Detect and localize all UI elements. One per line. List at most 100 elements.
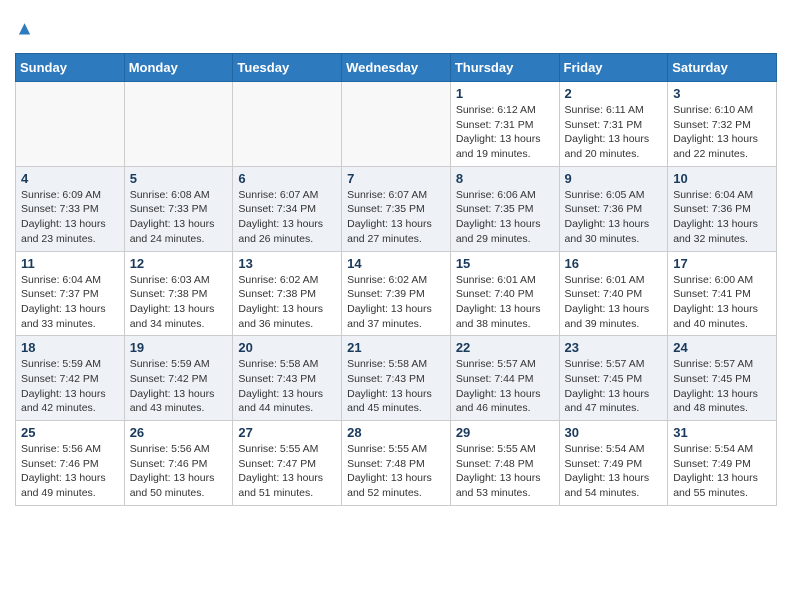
day-info-8: Sunrise: 6:06 AM Sunset: 7:35 PM Dayligh… (456, 188, 554, 247)
day-cell-6: 6 Sunrise: 6:07 AM Sunset: 7:34 PM Daylig… (233, 166, 342, 251)
day-info-4: Sunrise: 6:09 AM Sunset: 7:33 PM Dayligh… (21, 188, 119, 247)
day-cell-26: 26Sunrise: 5:56 AM Sunset: 7:46 PM Dayli… (124, 421, 233, 506)
day-cell-3: 3 Sunrise: 6:10 AM Sunset: 7:32 PM Daylig… (668, 82, 777, 167)
day-cell-5: 5Sunrise: 6:08 AM Sunset: 7:33 PM Daylig… (124, 166, 233, 251)
weekday-header-wednesday: Wednesday (342, 54, 451, 82)
day-number-28: 28 (347, 425, 445, 440)
day-cell-11: 11 Sunrise: 6:04 AM Sunset: 7:37 PM Dayli… (16, 251, 125, 336)
day-number-9: 9 (565, 171, 663, 186)
day-number-27: 27 (238, 425, 336, 440)
day-number-17: 17 (673, 256, 771, 271)
day-cell-4: 4 Sunrise: 6:09 AM Sunset: 7:33 PM Daylig… (16, 166, 125, 251)
day-info-10: Sunrise: 6:04 AM Sunset: 7:36 PM Dayligh… (673, 188, 771, 247)
weekday-header-row: SundayMondayTuesdayWednesdayThursdayFrid… (16, 54, 777, 82)
weekday-header-saturday: Saturday (668, 54, 777, 82)
day-info-18: Sunrise: 5:59 AM Sunset: 7:42 PM Dayligh… (21, 357, 119, 416)
day-info-2: Sunrise: 6:11 AM Sunset: 7:31 PM Dayligh… (565, 103, 663, 162)
day-number-13: 13 (238, 256, 336, 271)
day-number-25: 25 (21, 425, 119, 440)
day-cell-2: 2 Sunrise: 6:11 AM Sunset: 7:31 PM Daylig… (559, 82, 668, 167)
day-number-21: 21 (347, 340, 445, 355)
day-cell-7: 7 Sunrise: 6:07 AM Sunset: 7:35 PM Daylig… (342, 166, 451, 251)
week-row-4: 18 Sunrise: 5:59 AM Sunset: 7:42 PM Dayli… (16, 336, 777, 421)
day-cell-17: 17 Sunrise: 6:00 AM Sunset: 7:41 PM Dayli… (668, 251, 777, 336)
day-info-28: Sunrise: 5:55 AM Sunset: 7:48 PM Dayligh… (347, 442, 445, 501)
day-cell-29: 29 Sunrise: 5:55 AM Sunset: 7:48 PM Dayli… (450, 421, 559, 506)
day-info-11: Sunrise: 6:04 AM Sunset: 7:37 PM Dayligh… (21, 273, 119, 332)
day-cell-31: 31Sunrise: 5:54 AM Sunset: 7:49 PM Dayli… (668, 421, 777, 506)
day-cell-1: 1 Sunrise: 6:12 AM Sunset: 7:31 PM Daylig… (450, 82, 559, 167)
day-number-20: 20 (238, 340, 336, 355)
day-number-30: 30 (565, 425, 663, 440)
day-info-9: Sunrise: 6:05 AM Sunset: 7:36 PM Dayligh… (565, 188, 663, 247)
day-number-18: 18 (21, 340, 119, 355)
empty-cell-w0c2 (233, 82, 342, 167)
day-cell-12: 12 Sunrise: 6:03 AM Sunset: 7:38 PM Dayli… (124, 251, 233, 336)
day-info-17: Sunrise: 6:00 AM Sunset: 7:41 PM Dayligh… (673, 273, 771, 332)
day-cell-20: 20 Sunrise: 5:58 AM Sunset: 7:43 PM Dayli… (233, 336, 342, 421)
day-info-19: Sunrise: 5:59 AM Sunset: 7:42 PM Dayligh… (130, 357, 228, 416)
day-info-21: Sunrise: 5:58 AM Sunset: 7:43 PM Dayligh… (347, 357, 445, 416)
day-info-22: Sunrise: 5:57 AM Sunset: 7:44 PM Dayligh… (456, 357, 554, 416)
day-info-7: Sunrise: 6:07 AM Sunset: 7:35 PM Dayligh… (347, 188, 445, 247)
empty-cell-w0c1 (124, 82, 233, 167)
day-cell-16: 16 Sunrise: 6:01 AM Sunset: 7:40 PM Dayli… (559, 251, 668, 336)
empty-cell-w0c0 (16, 82, 125, 167)
day-number-31: 31 (673, 425, 771, 440)
empty-cell-w0c3 (342, 82, 451, 167)
day-info-26: Sunrise: 5:56 AM Sunset: 7:46 PM Dayligh… (130, 442, 228, 501)
day-info-29: Sunrise: 5:55 AM Sunset: 7:48 PM Dayligh… (456, 442, 554, 501)
calendar: SundayMondayTuesdayWednesdayThursdayFrid… (15, 53, 777, 506)
day-cell-15: 15Sunrise: 6:01 AM Sunset: 7:40 PM Dayli… (450, 251, 559, 336)
day-info-20: Sunrise: 5:58 AM Sunset: 7:43 PM Dayligh… (238, 357, 336, 416)
week-row-5: 25 Sunrise: 5:56 AM Sunset: 7:46 PM Dayli… (16, 421, 777, 506)
day-number-8: 8 (456, 171, 554, 186)
day-number-12: 12 (130, 256, 228, 271)
day-info-30: Sunrise: 5:54 AM Sunset: 7:49 PM Dayligh… (565, 442, 663, 501)
day-info-16: Sunrise: 6:01 AM Sunset: 7:40 PM Dayligh… (565, 273, 663, 332)
day-number-22: 22 (456, 340, 554, 355)
day-number-29: 29 (456, 425, 554, 440)
svg-text:▲: ▲ (15, 18, 34, 39)
weekday-header-friday: Friday (559, 54, 668, 82)
day-cell-19: 19 Sunrise: 5:59 AM Sunset: 7:42 PM Dayli… (124, 336, 233, 421)
day-number-7: 7 (347, 171, 445, 186)
day-number-16: 16 (565, 256, 663, 271)
day-info-12: Sunrise: 6:03 AM Sunset: 7:38 PM Dayligh… (130, 273, 228, 332)
day-number-1: 1 (456, 86, 554, 101)
day-cell-30: 30 Sunrise: 5:54 AM Sunset: 7:49 PM Dayli… (559, 421, 668, 506)
weekday-header-sunday: Sunday (16, 54, 125, 82)
page-header: ▲ (15, 15, 777, 43)
logo: ▲ (15, 15, 47, 43)
logo-icon: ▲ (15, 15, 43, 43)
day-number-14: 14 (347, 256, 445, 271)
day-info-1: Sunrise: 6:12 AM Sunset: 7:31 PM Dayligh… (456, 103, 554, 162)
day-number-19: 19 (130, 340, 228, 355)
day-number-11: 11 (21, 256, 119, 271)
day-number-2: 2 (565, 86, 663, 101)
day-info-24: Sunrise: 5:57 AM Sunset: 7:45 PM Dayligh… (673, 357, 771, 416)
day-cell-9: 9 Sunrise: 6:05 AM Sunset: 7:36 PM Daylig… (559, 166, 668, 251)
day-cell-27: 27Sunrise: 5:55 AM Sunset: 7:47 PM Dayli… (233, 421, 342, 506)
week-row-2: 4 Sunrise: 6:09 AM Sunset: 7:33 PM Daylig… (16, 166, 777, 251)
weekday-header-tuesday: Tuesday (233, 54, 342, 82)
day-cell-18: 18 Sunrise: 5:59 AM Sunset: 7:42 PM Dayli… (16, 336, 125, 421)
day-cell-21: 21 Sunrise: 5:58 AM Sunset: 7:43 PM Dayli… (342, 336, 451, 421)
day-number-10: 10 (673, 171, 771, 186)
day-info-23: Sunrise: 5:57 AM Sunset: 7:45 PM Dayligh… (565, 357, 663, 416)
weekday-header-thursday: Thursday (450, 54, 559, 82)
day-cell-24: 24Sunrise: 5:57 AM Sunset: 7:45 PM Dayli… (668, 336, 777, 421)
day-number-3: 3 (673, 86, 771, 101)
day-info-6: Sunrise: 6:07 AM Sunset: 7:34 PM Dayligh… (238, 188, 336, 247)
day-cell-22: 22 Sunrise: 5:57 AM Sunset: 7:44 PM Dayli… (450, 336, 559, 421)
day-cell-23: 23 Sunrise: 5:57 AM Sunset: 7:45 PM Dayli… (559, 336, 668, 421)
day-cell-13: 13Sunrise: 6:02 AM Sunset: 7:38 PM Dayli… (233, 251, 342, 336)
weekday-header-monday: Monday (124, 54, 233, 82)
day-info-25: Sunrise: 5:56 AM Sunset: 7:46 PM Dayligh… (21, 442, 119, 501)
week-row-1: 1 Sunrise: 6:12 AM Sunset: 7:31 PM Daylig… (16, 82, 777, 167)
day-info-5: Sunrise: 6:08 AM Sunset: 7:33 PM Dayligh… (130, 188, 228, 247)
day-info-3: Sunrise: 6:10 AM Sunset: 7:32 PM Dayligh… (673, 103, 771, 162)
day-number-4: 4 (21, 171, 119, 186)
day-number-6: 6 (238, 171, 336, 186)
day-number-23: 23 (565, 340, 663, 355)
